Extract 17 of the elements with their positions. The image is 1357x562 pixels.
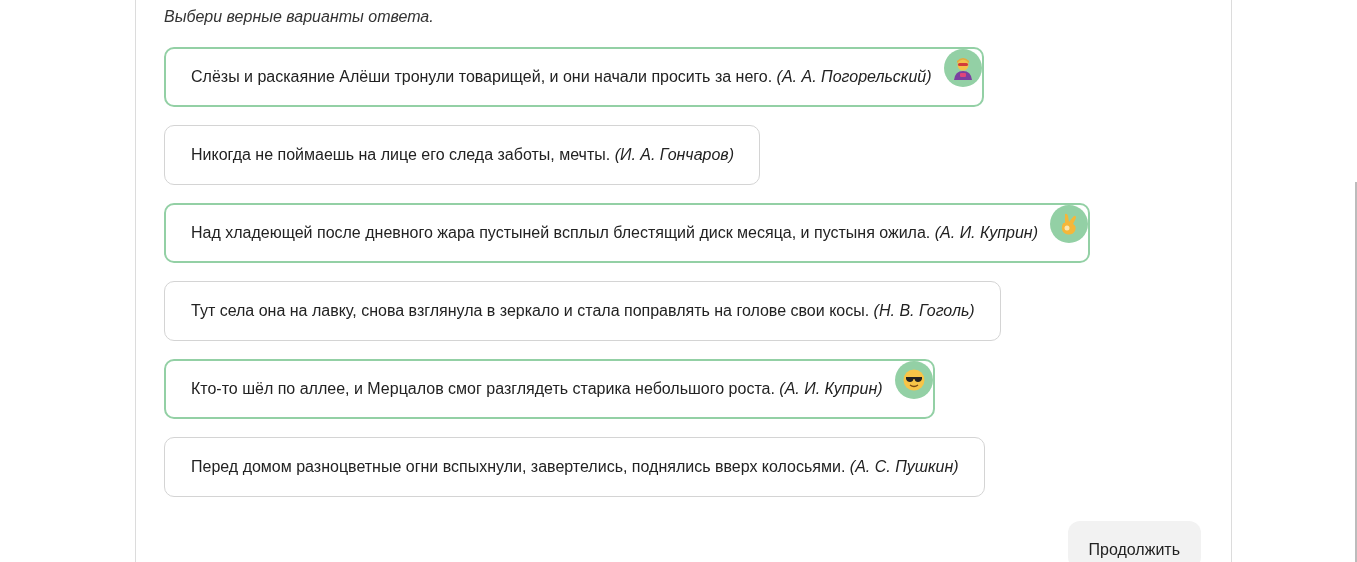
continue-button[interactable]: Продолжить [1067, 521, 1201, 562]
option-text: Перед домом разноцветные огни вспыхнули, завертелись, поднялись вверх колосьями. (А. С. Пушкин) [191, 457, 959, 477]
scrollbar-thumb[interactable] [1355, 182, 1357, 562]
option-text: Тут села она на лавку, снова взглянула в зеркало и стала поправлять на голове свои косы. (Н. В. Гоголь) [191, 301, 975, 321]
hero-figure-icon [951, 56, 974, 80]
instruction-text: Выбери верные варианты ответа. [164, 7, 435, 27]
answer-option[interactable]: Перед домом разноцветные огни вспыхнули, завертелись, поднялись вверх колосьями. (А. С. Пушкин) [164, 437, 985, 497]
option-text: Слёзы и раскаяние Алёши тронули товарищей, и они начали просить за него. (А. А. Погорельский) [191, 67, 932, 87]
answer-option[interactable]: Никогда не поймаешь на лице его следа заботы, мечты. (И. А. Гончаров) [164, 125, 760, 185]
answer-option[interactable]: Над хладеющей после дневного жара пустыней всплыл блестящий диск месяца, и пустыня ожила. (А. И. Куприн) [164, 203, 1090, 263]
answer-option[interactable]: Слёзы и раскаяние Алёши тронули товарищей, и они начали просить за него. (А. А. Погорельский) [164, 47, 984, 107]
answer-option[interactable]: Кто-то шёл по аллее, и Мерцалов смог разглядеть старика небольшого роста. (А. И. Куприн) [164, 359, 935, 419]
option-text: Никогда не поймаешь на лице его следа заботы, мечты. (И. А. Гончаров) [191, 145, 734, 165]
answer-option[interactable]: Тут села она на лавку, снова взглянула в зеркало и стала поправлять на голове свои косы. (Н. В. Гоголь) [164, 281, 1001, 341]
sunglasses-face-icon [902, 369, 925, 391]
option-text: Над хладеющей после дневного жара пустыней всплыл блестящий диск месяца, и пустыня ожила. (А. И. Куприн) [191, 223, 1038, 243]
option-text: Кто-то шёл по аллее, и Мерцалов смог разглядеть старика небольшого роста. (А. И. Куприн) [191, 379, 883, 399]
